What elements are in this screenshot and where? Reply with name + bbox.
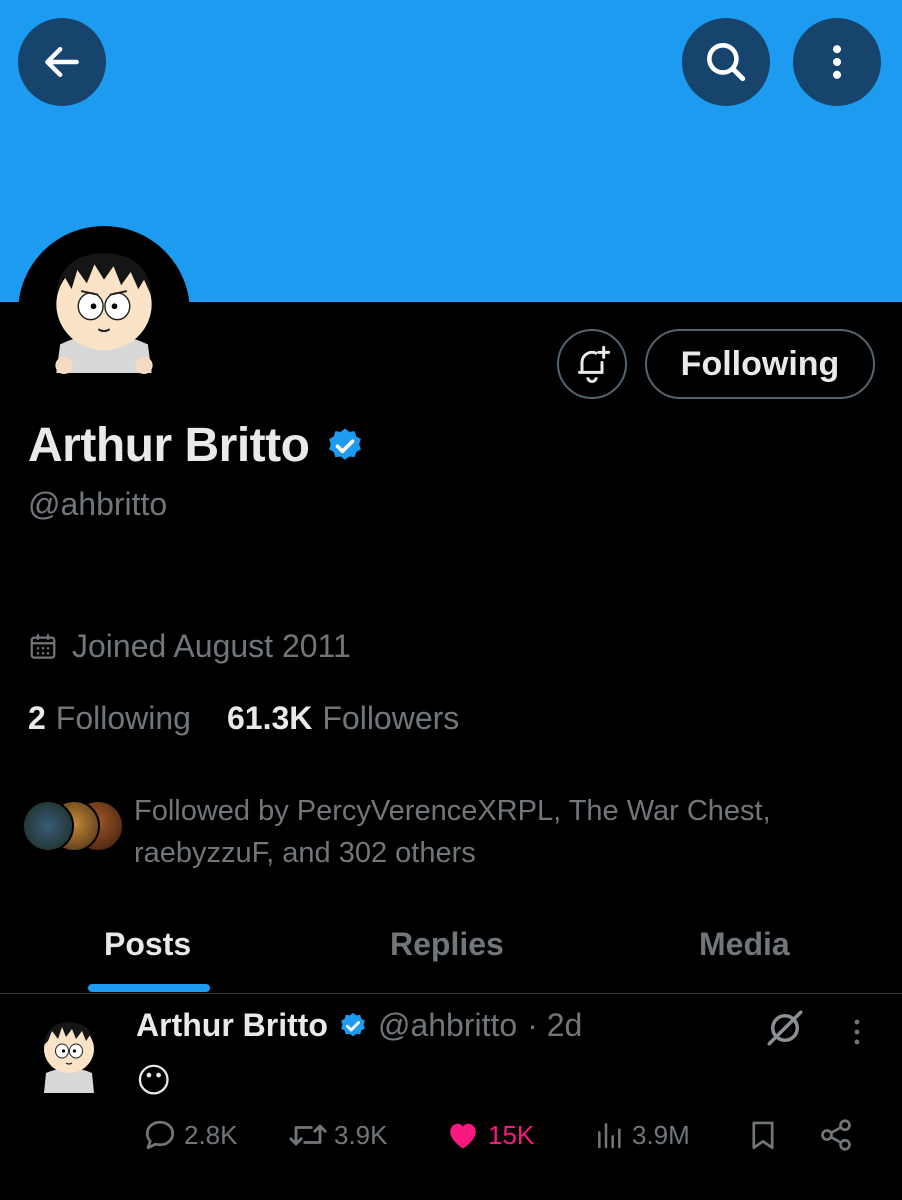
post-text: 😶 xyxy=(136,1062,172,1100)
verified-badge-icon xyxy=(341,1012,365,1036)
following-count: 2 xyxy=(28,700,46,736)
followed-by-text: Followed by PercyVerenceXRPL, The War Ch… xyxy=(134,795,771,869)
grok-icon xyxy=(767,1010,803,1046)
repost-icon xyxy=(289,1124,327,1146)
profile-handle: @ahbritto xyxy=(28,486,168,522)
views-count: 3.9M xyxy=(632,1119,690,1150)
like-count: 15K xyxy=(488,1119,535,1150)
repost-count: 3.9K xyxy=(334,1119,388,1150)
follower-avatar xyxy=(22,800,74,852)
profile-avatar[interactable] xyxy=(18,226,190,398)
profile-name-row: Arthur Britto xyxy=(28,418,365,473)
post-item[interactable]: Arthur Britto @ahbritto · 2d 😶 2.8K 3.9K… xyxy=(0,995,902,1200)
analytics-icon xyxy=(598,1123,621,1149)
bookmark-icon xyxy=(752,1121,774,1150)
followers-count: 61.3K xyxy=(226,700,313,736)
post-author-name[interactable]: Arthur Britto xyxy=(136,1007,328,1044)
more-options-button[interactable] xyxy=(793,18,881,106)
follow-stats: 2 Following 61.3K Followers xyxy=(28,700,459,737)
more-vertical-icon xyxy=(854,1019,860,1045)
reply-count: 2.8K xyxy=(184,1119,238,1150)
following-link[interactable]: 2 Following xyxy=(28,700,191,737)
grok-button[interactable] xyxy=(764,1007,806,1054)
search-icon xyxy=(707,43,746,82)
bookmark-button[interactable] xyxy=(746,1117,786,1153)
tab-replies[interactable]: Replies xyxy=(390,926,504,963)
tab-media[interactable]: Media xyxy=(699,926,790,963)
post-actions: 2.8K 3.9K 15K 3.9M xyxy=(0,1117,902,1167)
display-name: Arthur Britto xyxy=(28,419,310,472)
following-label: Following xyxy=(55,700,191,736)
bell-plus-icon xyxy=(578,345,611,383)
avatar-image xyxy=(22,230,186,394)
post-author-avatar[interactable] xyxy=(36,1009,102,1097)
followers-link[interactable]: 61.3K Followers xyxy=(227,700,459,737)
back-button[interactable] xyxy=(18,18,106,106)
following-button[interactable]: Following xyxy=(645,329,875,399)
post-timestamp[interactable]: · 2d xyxy=(527,1007,582,1044)
profile-tabs: Posts Replies Media xyxy=(0,910,902,994)
share-button[interactable] xyxy=(818,1117,860,1153)
tab-posts[interactable]: Posts xyxy=(104,926,191,963)
calendar-icon xyxy=(30,633,56,659)
followed-by-section[interactable]: Followed by PercyVerenceXRPL, The War Ch… xyxy=(22,790,834,874)
views-button[interactable]: 3.9M xyxy=(594,1117,690,1153)
share-icon xyxy=(821,1119,851,1151)
reply-icon xyxy=(145,1120,175,1150)
followed-by-avatars xyxy=(22,800,126,856)
verified-badge-icon[interactable] xyxy=(325,426,365,466)
more-vertical-icon xyxy=(832,45,842,79)
post-header: Arthur Britto @ahbritto · 2d xyxy=(136,1007,582,1044)
following-button-label: Following xyxy=(680,344,840,383)
repost-button[interactable]: 3.9K xyxy=(288,1117,388,1153)
reply-button[interactable]: 2.8K xyxy=(142,1117,238,1153)
joined-text: Joined August 2011 xyxy=(72,628,351,664)
post-more-button[interactable] xyxy=(840,1015,874,1054)
like-button[interactable]: 15K xyxy=(444,1117,534,1153)
followers-label: Followers xyxy=(322,700,460,736)
active-tab-indicator xyxy=(88,984,210,992)
joined-date: Joined August 2011 xyxy=(28,628,351,665)
heart-filled-icon xyxy=(450,1123,476,1149)
search-button[interactable] xyxy=(682,18,770,106)
arrow-left-icon xyxy=(45,46,79,78)
post-author-handle[interactable]: @ahbritto xyxy=(378,1007,517,1044)
notifications-button[interactable] xyxy=(557,329,627,399)
